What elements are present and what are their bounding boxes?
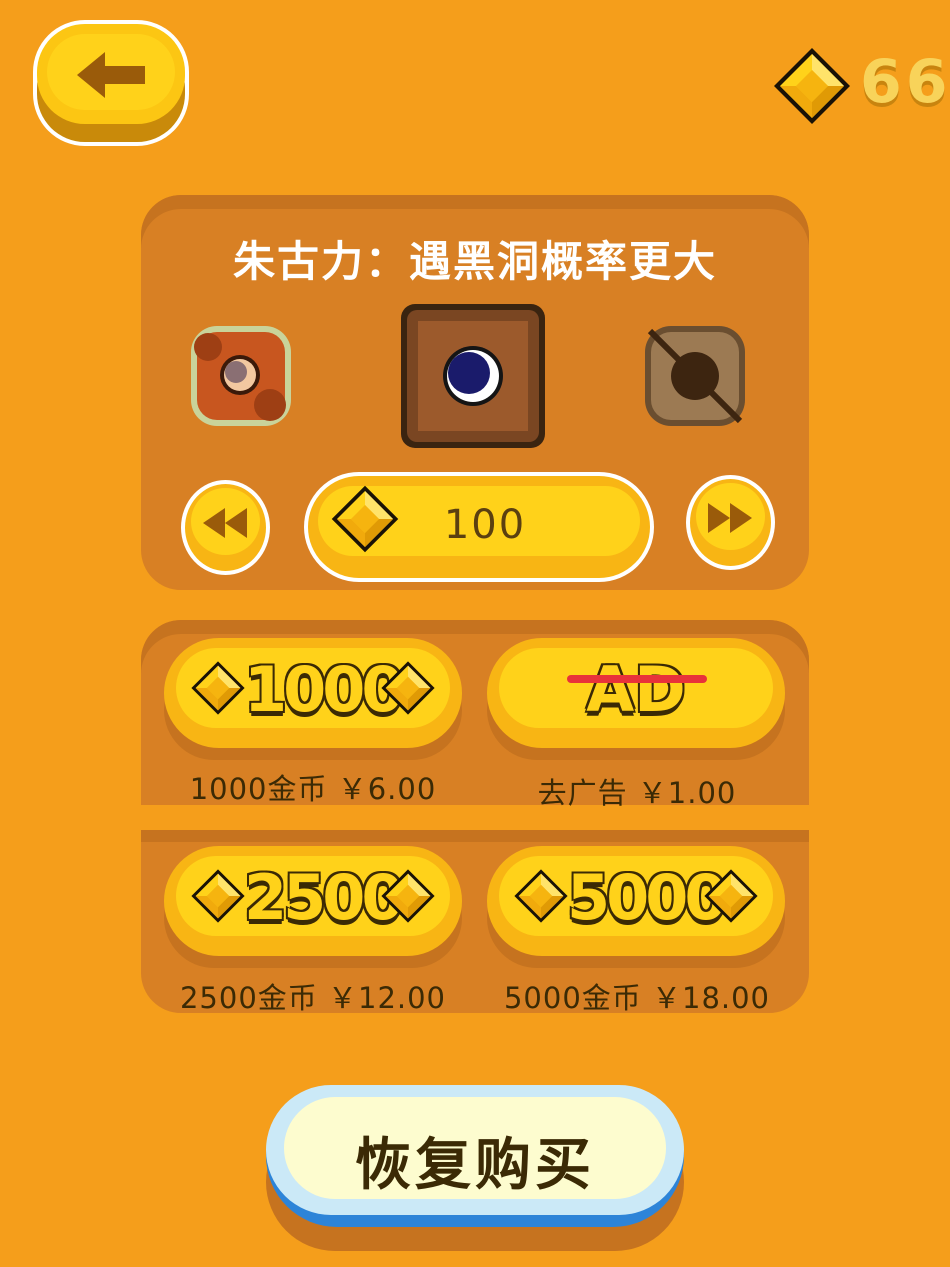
gem-icon [190,868,246,924]
remove-ads-button[interactable]: AD [487,638,785,760]
pack-caption: 1000金币 ￥6.00 [189,772,437,806]
remove-ads-caption: 去广告 ￥1.00 [537,776,737,810]
gem-icon [380,660,436,716]
next-skin-button[interactable] [686,475,775,570]
skin-option-locked[interactable] [644,325,746,427]
pack-caption: 2500金币 ￥12.00 [179,981,447,1015]
buy-1000-coins-button[interactable]: 1000 [164,638,462,760]
arrow-left-icon [77,52,145,98]
currency-counter: 66 [860,47,950,117]
gem-icon [190,660,246,716]
gem-icon [330,484,400,554]
remove-ads-label: AD [586,653,686,726]
skin-price: 100 [443,502,527,548]
skin-option-selected[interactable] [400,303,546,449]
restore-purchases-label: 恢复购买 [355,1133,595,1198]
gem-icon [703,868,759,924]
previous-skin-button[interactable] [181,480,270,575]
buy-5000-coins-button[interactable]: 5000 [487,846,785,968]
pack-amount: 5000 [567,861,728,934]
fast-forward-icon [708,503,752,533]
pack-caption: 5000金币 ￥18.00 [503,981,771,1015]
gem-icon [772,46,852,126]
skin-title: 朱古力：遇黑洞概率更大 [232,237,717,286]
gem-icon [380,868,436,924]
pack-amount: 1000 [244,653,405,726]
skin-option-red[interactable] [190,325,292,427]
rewind-icon [203,508,247,538]
strike-line-icon [567,675,707,683]
buy-2500-coins-button[interactable]: 2500 [164,846,462,968]
back-button[interactable] [33,20,189,146]
gem-icon [513,868,569,924]
pack-amount: 2500 [244,861,405,934]
